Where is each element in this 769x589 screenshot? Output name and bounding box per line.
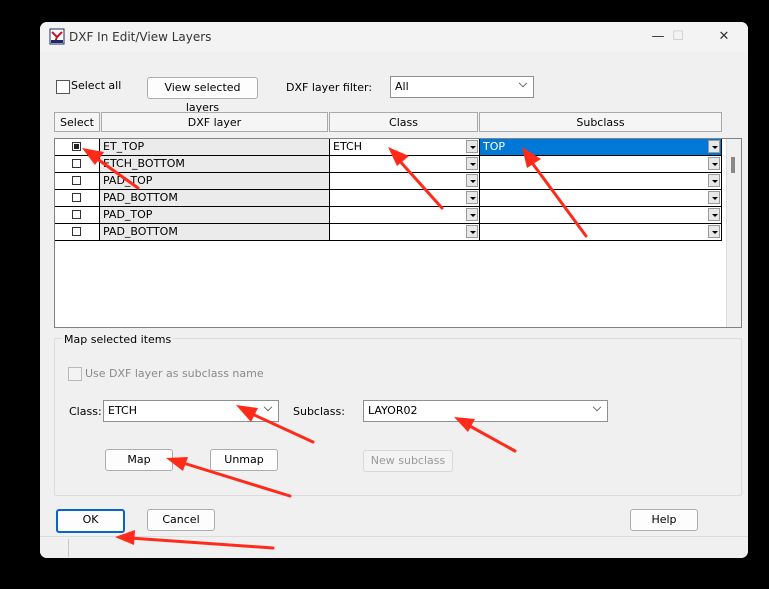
dxf-layer-name: ET_TOP [103,140,145,153]
dxf-layer-name: PAD_BOTTOM [103,225,178,238]
row-select-checkbox[interactable] [72,176,81,185]
app-icon [49,28,65,45]
dxf-layer-cell: PAD_TOP [100,207,330,224]
use-dxf-layer-checkbox[interactable] [68,367,82,381]
window-title: DXF In Edit/View Layers [69,30,212,44]
class-cell[interactable] [330,207,480,224]
subclass-cell[interactable] [480,207,722,224]
select-all-checkbox[interactable] [56,80,70,94]
help-button[interactable]: Help [630,509,698,531]
layer-grid: ET_TOP ETCH TOP ETCH_BOTTOM PAD_TOP PAD_BOTTO… [54,138,742,328]
subclass-cell[interactable] [480,156,722,173]
row-select-checkbox[interactable] [72,227,81,236]
unmap-button[interactable]: Unmap [210,449,278,471]
subclass-label: Subclass: [293,405,345,418]
subclass-cell[interactable]: TOP [480,139,722,156]
dropdown-arrow-icon[interactable] [708,225,720,238]
dxf-layer-cell: ET_TOP [100,139,330,156]
dxf-layer-filter-select[interactable]: All [390,76,534,98]
select-cell[interactable] [55,156,100,173]
class-cell[interactable] [330,156,480,173]
dropdown-arrow-icon[interactable] [708,174,720,187]
subclass-cell-value: TOP [483,140,506,153]
class-cell[interactable] [330,190,480,207]
subclass-cell[interactable] [480,190,722,207]
grid-row[interactable]: PAD_BOTTOM [55,224,725,241]
maximize-button[interactable]: ☐ [666,27,690,47]
cancel-button[interactable]: Cancel [147,509,215,531]
chevron-down-icon [263,402,273,412]
select-cell[interactable] [55,173,100,190]
dropdown-arrow-icon[interactable] [466,174,478,187]
ok-button[interactable]: OK [56,509,125,533]
header-class[interactable]: Class [329,112,478,132]
header-select[interactable]: Select [54,112,100,132]
dropdown-arrow-icon[interactable] [466,208,478,221]
dropdown-arrow-icon[interactable] [708,140,720,153]
class-cell-value: ETCH [333,140,362,153]
title-bar[interactable]: DXF In Edit/View Layers — ☐ ✕ [40,22,748,52]
row-select-checkbox[interactable] [72,142,81,151]
vertical-scrollbar[interactable] [726,139,741,327]
grid-row[interactable]: PAD_BOTTOM [55,190,725,207]
class-cell[interactable] [330,173,480,190]
header-dxf-layer[interactable]: DXF layer [101,112,328,132]
dialog-window: DXF In Edit/View Layers — ☐ ✕ Select all… [40,22,748,558]
grid-row[interactable]: PAD_TOP [55,207,725,224]
dxf-layer-cell: PAD_BOTTOM [100,224,330,241]
row-select-checkbox[interactable] [72,210,81,219]
select-cell[interactable] [55,207,100,224]
view-selected-layers-button[interactable]: View selected layers [147,77,258,114]
class-label: Class: [69,405,102,418]
grid-row[interactable]: PAD_TOP [55,173,725,190]
dxf-layer-filter-label: DXF layer filter: [286,81,373,94]
dropdown-arrow-icon[interactable] [708,157,720,170]
select-cell[interactable] [55,190,100,207]
dxf-layer-name: PAD_TOP [103,174,153,187]
status-bar [40,536,748,558]
subclass-value: LAYOR02 [368,404,418,417]
dxf-layer-name: ETCH_BOTTOM [103,157,185,170]
dropdown-arrow-icon[interactable] [466,225,478,238]
header-subclass[interactable]: Subclass [479,112,722,132]
chevron-down-icon [518,78,528,88]
dxf-layer-cell: PAD_TOP [100,173,330,190]
dxf-layer-name: PAD_BOTTOM [103,191,178,204]
dxf-layer-name: PAD_TOP [103,208,153,221]
dropdown-arrow-icon[interactable] [466,157,478,170]
dropdown-arrow-icon[interactable] [466,191,478,204]
class-value: ETCH [108,404,137,417]
row-select-checkbox[interactable] [72,193,81,202]
use-dxf-layer-label: Use DXF layer as subclass name [85,367,264,380]
dxf-layer-filter-value: All [395,80,409,93]
select-cell[interactable] [55,224,100,241]
dxf-layer-cell: ETCH_BOTTOM [100,156,330,173]
map-button[interactable]: Map [105,449,173,471]
subclass-select[interactable]: LAYOR02 [363,400,608,422]
subclass-cell[interactable] [480,224,722,241]
subclass-cell[interactable] [480,173,722,190]
status-divider [68,539,69,557]
class-cell[interactable] [330,224,480,241]
grid-row[interactable]: ETCH_BOTTOM [55,156,725,173]
class-select[interactable]: ETCH [103,400,279,422]
scrollbar-thumb[interactable] [731,157,735,173]
dxf-layer-cell: PAD_BOTTOM [100,190,330,207]
map-group-label: Map selected items [62,333,174,346]
new-subclass-button[interactable]: New subclass [363,450,453,472]
select-cell[interactable] [55,139,100,156]
dropdown-arrow-icon[interactable] [466,140,478,153]
row-select-checkbox[interactable] [72,159,81,168]
select-all-label: Select all [71,79,122,92]
chevron-down-icon [592,402,602,412]
close-button[interactable]: ✕ [712,27,736,47]
class-cell[interactable]: ETCH [330,139,480,156]
grid-row[interactable]: ET_TOP ETCH TOP [55,139,725,156]
dropdown-arrow-icon[interactable] [708,191,720,204]
dropdown-arrow-icon[interactable] [708,208,720,221]
